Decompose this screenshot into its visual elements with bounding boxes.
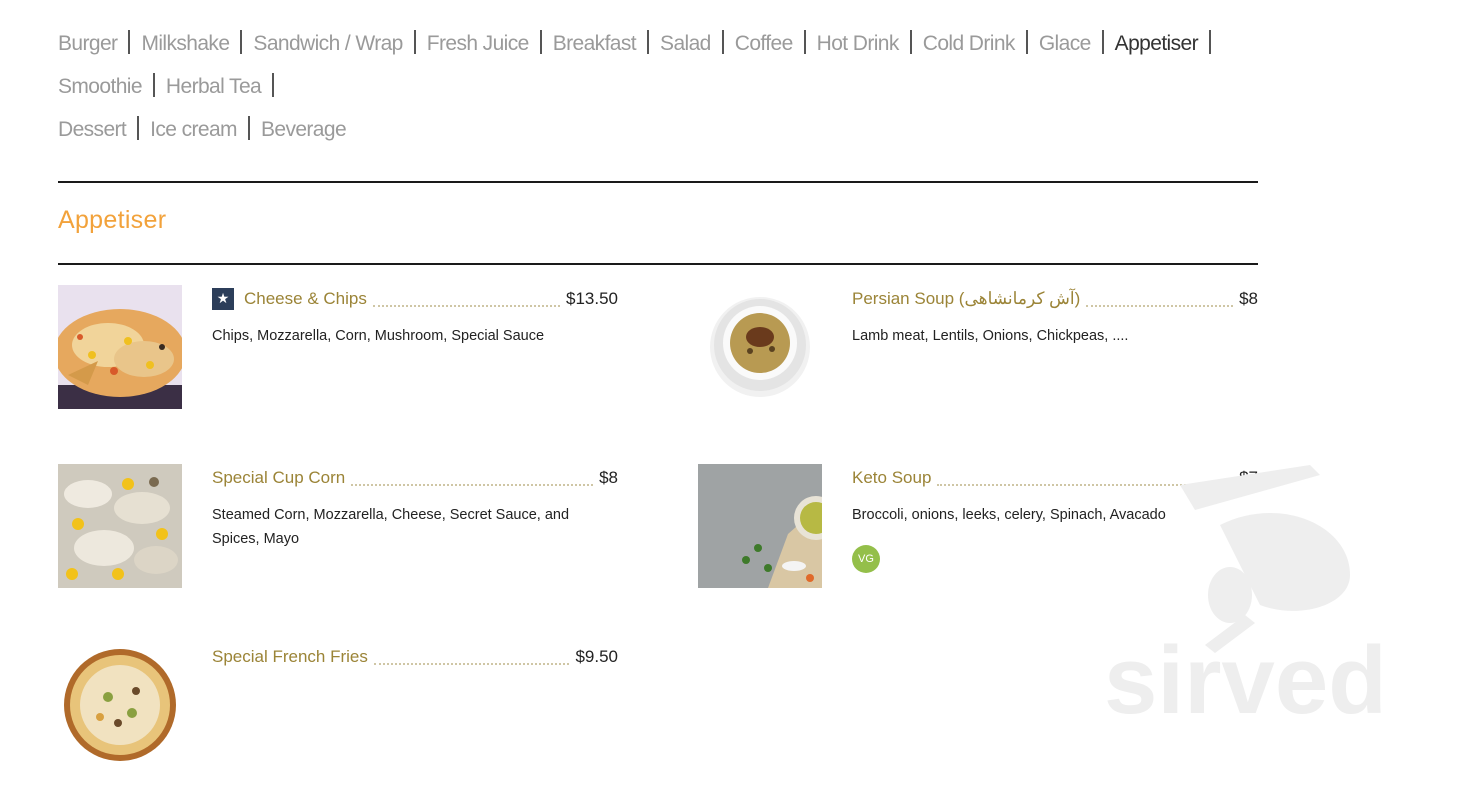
category-milkshake[interactable]: Milkshake xyxy=(141,32,230,55)
menu-item-special-french-fries[interactable]: Special French Fries $9.50 xyxy=(58,643,618,767)
item-name: Special Cup Corn xyxy=(212,468,346,487)
nav-divider xyxy=(803,30,806,54)
nav-divider xyxy=(721,30,724,54)
featured-star-icon: ★ xyxy=(212,288,234,310)
dot-leader xyxy=(373,649,570,665)
category-fresh-juice[interactable]: Fresh Juice xyxy=(427,32,530,55)
dot-leader xyxy=(351,470,594,486)
category-coffee[interactable]: Coffee xyxy=(735,32,794,55)
category-beverage[interactable]: Beverage xyxy=(261,118,347,141)
menu-item-cheese-chips[interactable]: ★ Cheese & Chips $13.50 Chips, Mozzarell… xyxy=(58,285,618,409)
dot-leader xyxy=(372,291,560,307)
category-hot-drink[interactable]: Hot Drink xyxy=(817,32,900,55)
dot-leader xyxy=(1086,291,1234,307)
category-ice-cream[interactable]: Ice cream xyxy=(150,118,237,141)
section-title: Appetiser xyxy=(58,206,167,234)
category-nav: Burger Milkshake Sandwich / Wrap Fresh Juic… xyxy=(58,22,1258,151)
nav-divider xyxy=(152,73,155,97)
item-price: $8 xyxy=(1239,289,1258,308)
category-glace[interactable]: Glace xyxy=(1039,32,1091,55)
category-smoothie[interactable]: Smoothie xyxy=(58,75,143,98)
item-price: $9.50 xyxy=(575,647,618,666)
item-photo xyxy=(58,643,182,767)
item-photo xyxy=(58,464,182,588)
nav-divider xyxy=(128,30,131,54)
item-name: Persian Soup (آش کرمانشاهی) xyxy=(852,289,1081,308)
category-burger[interactable]: Burger xyxy=(58,32,118,55)
menu-item-persian-soup[interactable]: Persian Soup (آش کرمانشاهی) $8 Lamb meat… xyxy=(698,285,1258,409)
item-photo xyxy=(698,285,822,409)
item-photo xyxy=(698,464,822,588)
category-herbal-tea[interactable]: Herbal Tea xyxy=(166,75,262,98)
item-name: Cheese & Chips xyxy=(244,289,367,308)
category-breakfast[interactable]: Breakfast xyxy=(553,32,637,55)
nav-divider xyxy=(137,116,140,140)
category-cold-drink[interactable]: Cold Drink xyxy=(923,32,1016,55)
section-divider-top xyxy=(58,181,1258,183)
watermark-text: sirved xyxy=(1104,627,1387,725)
nav-divider xyxy=(413,30,416,54)
nav-divider xyxy=(539,30,542,54)
item-name: Keto Soup xyxy=(852,468,932,487)
item-name: Special French Fries xyxy=(212,647,368,666)
nav-divider xyxy=(1025,30,1028,54)
item-price: $8 xyxy=(599,468,618,487)
nav-divider xyxy=(247,116,250,140)
sirved-logo-icon: sirved xyxy=(1104,465,1387,734)
item-description: Chips, Mozzarella, Corn, Mushroom, Speci… xyxy=(212,328,545,344)
category-dessert[interactable]: Dessert xyxy=(58,118,127,141)
nav-divider xyxy=(240,30,243,54)
category-salad[interactable]: Salad xyxy=(660,32,711,55)
category-sandwich-wrap[interactable]: Sandwich / Wrap xyxy=(253,32,403,55)
nav-divider xyxy=(909,30,912,54)
sirved-watermark: sirved xyxy=(1100,455,1420,734)
item-price: $13.50 xyxy=(566,289,618,308)
vegan-badge: VG xyxy=(852,545,880,573)
nav-divider xyxy=(272,73,275,97)
section-divider-bottom xyxy=(58,263,1258,265)
menu-item-special-cup-corn[interactable]: Special Cup Corn $8 Steamed Corn, Mozzar… xyxy=(58,464,618,588)
nav-divider xyxy=(1101,30,1104,54)
item-photo xyxy=(58,285,182,409)
category-appetiser[interactable]: Appetiser xyxy=(1115,32,1199,55)
nav-divider xyxy=(647,30,650,54)
item-description: Steamed Corn, Mozzarella, Cheese, Secret… xyxy=(212,507,570,547)
item-description: Lamb meat, Lentils, Onions, Chickpeas, .… xyxy=(852,328,1129,344)
nav-divider xyxy=(1209,30,1211,54)
